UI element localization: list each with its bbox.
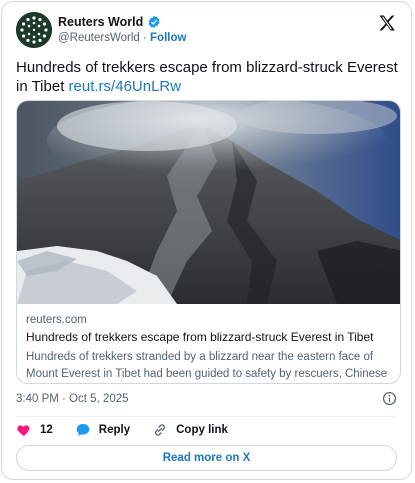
action-bar: 12 Reply Copy link [16,422,250,438]
like-button[interactable]: 12 [16,422,53,438]
link-icon [155,424,166,436]
author-row: Reuters World [58,15,161,29]
info-icon[interactable] [382,391,397,406]
reply-bubble-icon [76,424,90,436]
link-headline[interactable]: Hundreds of trekkers escape from blizzar… [26,330,391,344]
x-logo-icon[interactable] [377,13,397,33]
link-domain: reuters.com [26,314,87,326]
avatar[interactable] [16,12,52,48]
copy-link-label: Copy link [176,424,228,436]
author-handle[interactable]: @ReutersWorld [58,32,140,44]
link-preview-card[interactable]: reuters.com Hundreds of trekkers escape … [16,100,401,384]
link-description: Hundreds of trekkers stranded by a blizz… [26,351,388,380]
link-meta: reuters.com Hundreds of trekkers escape … [26,314,391,383]
post-timestamp[interactable]: 3:40 PM · Oct 5, 2025 [16,393,129,405]
everest-photo [17,101,400,304]
reply-button[interactable]: Reply [75,422,130,438]
heart-icon [17,425,30,436]
verified-badge-icon [148,15,160,29]
divider [16,416,397,417]
read-more-button[interactable]: Read more on X [16,445,397,471]
embedded-post-card: Reuters World @ReutersWorld · Follow Hun… [1,1,412,480]
copy-link-button[interactable]: Copy link [152,422,228,438]
handle-row: @ReutersWorld · Follow [58,32,186,44]
post-text: Hundreds of trekkers escape from blizzar… [16,58,401,96]
reuters-logo-icon [16,12,52,48]
post-short-link[interactable]: reut.rs/46UnLRw [69,78,182,95]
handle-separator: · [142,32,147,44]
reply-label: Reply [98,424,131,436]
follow-button[interactable]: Follow [150,32,186,44]
author-name[interactable]: Reuters World [58,15,143,29]
like-count: 12 [40,424,53,436]
